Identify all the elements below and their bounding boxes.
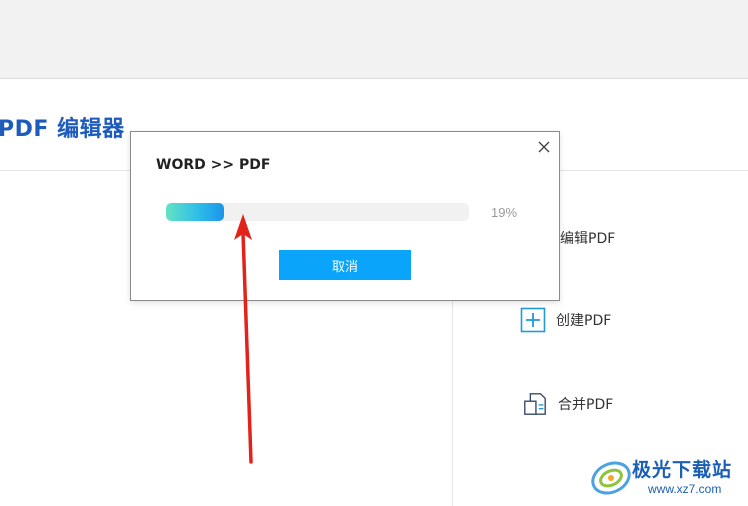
sidebar-item-label: 合并PDF xyxy=(558,397,614,413)
conversion-dialog: WORD >> PDF 19% 取消 xyxy=(130,131,560,301)
sidebar-item-merge-pdf[interactable]: 合并PDF xyxy=(522,391,613,417)
sidebar-item-label: 创建PDF xyxy=(556,313,612,329)
sidebar-item-label: 编辑PDF xyxy=(560,231,616,247)
watermark-swirl-icon xyxy=(591,461,631,495)
progress-bar xyxy=(166,203,469,221)
dialog-title: WORD >> PDF xyxy=(156,157,271,173)
app-title: PDF 编辑器 xyxy=(0,117,125,142)
watermark-url: www.xz7.com xyxy=(648,482,722,496)
watermark-name: 极光下载站 xyxy=(632,459,733,481)
cancel-button[interactable]: 取消 xyxy=(279,250,411,280)
close-icon xyxy=(538,141,550,153)
top-toolbar-area xyxy=(0,0,748,79)
watermark-logo: 极光下载站 www.xz7.com xyxy=(588,452,748,502)
close-button[interactable] xyxy=(535,138,553,156)
progress-percent: 19% xyxy=(491,205,518,220)
plus-box-icon xyxy=(520,307,546,333)
merge-pdf-icon xyxy=(522,391,548,417)
progress-fill xyxy=(166,203,224,221)
sidebar-item-create-pdf[interactable]: 创建PDF xyxy=(520,307,611,333)
